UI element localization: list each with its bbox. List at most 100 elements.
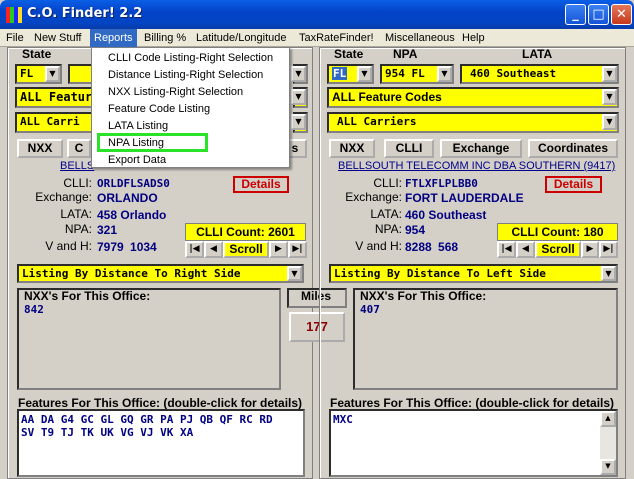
menu-item-clli-code-listing[interactable]: CLLI Code Listing-Right Selection xyxy=(92,50,289,67)
right-features-line1: MXC xyxy=(333,413,353,426)
left-listing-select[interactable]: Listing By Distance To Right Side ▼ xyxy=(17,264,304,283)
right-npa-select[interactable]: 954 FL ▼ xyxy=(380,64,454,84)
chevron-down-icon: ▼ xyxy=(291,114,306,130)
menu-billing[interactable]: Billing % xyxy=(140,29,190,47)
right-details-button[interactable]: Details xyxy=(545,176,602,193)
first-record-icon[interactable]: |◀ xyxy=(497,241,516,258)
left-features-list[interactable]: AA DA G4 GC GL GQ GR PA PJ QB QF RC RD SV… xyxy=(17,409,305,477)
scroll-up-icon[interactable]: ▲ xyxy=(600,411,616,427)
right-lata-value2: 460 Southeast xyxy=(405,208,487,222)
left-nxx-button[interactable]: NXX xyxy=(17,139,63,158)
right-lata-value: 460 Southeast xyxy=(470,67,557,80)
right-clli-button[interactable]: CLLI xyxy=(384,139,434,158)
right-npa-value2: 954 xyxy=(405,223,426,237)
chevron-down-icon: ▼ xyxy=(602,66,617,82)
right-scroll-button[interactable]: Scroll xyxy=(535,241,581,258)
right-nxx-value: 407 xyxy=(360,303,380,316)
right-features-heading: Features For This Office: (double-click … xyxy=(330,396,615,410)
next-record-icon[interactable]: ▶ xyxy=(269,241,288,258)
right-features-list[interactable]: MXC ▲ ▼ xyxy=(329,409,618,477)
menu-item-export-data[interactable]: Export Data xyxy=(92,152,289,169)
right-lata-label: LATA: xyxy=(370,207,402,221)
prev-record-icon[interactable]: ◀ xyxy=(204,241,223,258)
chevron-down-icon: ▼ xyxy=(45,66,60,82)
right-state-select[interactable]: FL ▼ xyxy=(327,64,374,84)
menu-new-stuff[interactable]: New Stuff xyxy=(30,29,86,47)
left-features-line2: SV T9 TJ TK UK VG VJ VK XA xyxy=(21,426,194,439)
chevron-down-icon: ▼ xyxy=(291,89,306,105)
prev-record-icon[interactable]: ◀ xyxy=(516,241,535,258)
right-state-value: FL xyxy=(332,67,348,80)
left-feature-select[interactable]: ALL Feature xyxy=(15,87,99,108)
chevron-down-icon: ▼ xyxy=(291,66,306,82)
npa-listing-highlight xyxy=(97,133,208,152)
menu-taxratefinder[interactable]: TaxRateFinder! xyxy=(295,29,378,47)
right-lata-select[interactable]: 460 Southeast ▼ xyxy=(460,64,619,84)
left-lata-value: 458 Orlando xyxy=(97,208,167,222)
menu-reports[interactable]: Reports xyxy=(90,29,137,47)
right-npa-label: NPA: xyxy=(374,222,402,236)
right-carrier-select[interactable]: ALL Carriers ▼ xyxy=(327,112,619,133)
left-nxx-heading: NXX's For This Office: xyxy=(24,289,151,303)
menu-miscellaneous[interactable]: Miscellaneous xyxy=(381,29,459,47)
menu-item-distance-listing[interactable]: Distance Listing-Right Selection xyxy=(92,67,289,84)
right-npa-label-top: NPA xyxy=(393,47,418,61)
left-features-line1: AA DA G4 GC GL GQ GR PA PJ QB QF RC RD xyxy=(21,413,273,426)
menu-item-feature-code-listing[interactable]: Feature Code Listing xyxy=(92,101,289,118)
minimize-button[interactable]: _ xyxy=(565,4,586,25)
left-carrier-dropdown[interactable]: ▼ xyxy=(291,112,308,133)
right-listing-select[interactable]: Listing By Distance To Left Side ▼ xyxy=(329,264,618,283)
left-state-label: State xyxy=(22,47,52,61)
left-clli-value: ORLDFLSADS0 xyxy=(97,177,170,190)
right-carrier-link[interactable]: BELLSOUTH TELECOMM INC DBA SOUTHERN (941… xyxy=(338,160,615,172)
right-nxx-heading: NXX's For This Office: xyxy=(360,289,487,303)
right-exchange-label: Exchange: xyxy=(345,190,402,204)
menu-bar: File New Stuff Reports Billing % Latitud… xyxy=(0,29,634,47)
left-scroll-button[interactable]: Scroll xyxy=(223,241,269,258)
next-record-icon[interactable]: ▶ xyxy=(581,241,599,258)
maximize-button[interactable]: □ xyxy=(588,4,609,25)
left-nxx-value: 842 xyxy=(24,303,44,316)
left-state-select[interactable]: FL ▼ xyxy=(15,64,62,84)
menu-help[interactable]: Help xyxy=(458,29,489,47)
scroll-down-icon[interactable]: ▼ xyxy=(600,459,616,475)
chevron-down-icon: ▼ xyxy=(601,266,616,281)
right-coordinates-button[interactable]: Coordinates xyxy=(528,139,618,158)
left-lata-label: LATA: xyxy=(60,207,92,221)
first-record-icon[interactable]: |◀ xyxy=(185,241,204,258)
menu-file[interactable]: File xyxy=(2,29,28,47)
left-nxx-box xyxy=(17,288,281,390)
last-record-icon[interactable]: ▶| xyxy=(599,241,618,258)
menu-latitude-longitude[interactable]: Latitude/Longitude xyxy=(192,29,291,47)
left-clli-button[interactable]: C xyxy=(67,139,91,158)
last-record-icon[interactable]: ▶| xyxy=(288,241,307,258)
features-scrollbar[interactable]: ▲ ▼ xyxy=(600,411,616,475)
right-carrier-value: ALL Carriers xyxy=(337,115,417,128)
right-feature-select[interactable]: ALL Feature Codes ▼ xyxy=(327,87,619,108)
right-exchange-value: FORT LAUDERDALE xyxy=(405,191,524,205)
right-npa-value: 954 FL xyxy=(385,67,425,80)
right-state-label: State xyxy=(334,47,364,61)
left-lata-select[interactable]: ▼ xyxy=(291,64,308,84)
chevron-down-icon: ▼ xyxy=(602,114,617,130)
right-clli-label: CLLI: xyxy=(373,176,402,190)
left-feature-value: ALL Feature xyxy=(20,90,100,104)
right-vh-value: 8288 568 xyxy=(405,240,459,254)
left-details-button[interactable]: Details xyxy=(233,176,289,193)
right-vh-label: V and H: xyxy=(355,239,402,253)
right-exchange-button[interactable]: Exchange xyxy=(440,139,522,158)
right-nxx-button[interactable]: NXX xyxy=(329,139,375,158)
right-feature-value: ALL Feature Codes xyxy=(332,90,442,104)
close-button[interactable]: ✕ xyxy=(611,4,632,25)
left-carrier-link[interactable]: BELLS xyxy=(60,160,94,172)
left-exchange-label: Exchange: xyxy=(35,190,92,204)
window-title: C.O. Finder! 2.2 xyxy=(27,6,143,21)
menu-item-nxx-listing[interactable]: NXX Listing-Right Selection xyxy=(92,84,289,101)
right-clli-count: CLLI Count: 180 xyxy=(497,223,618,241)
left-npa-label: NPA: xyxy=(64,222,92,236)
chevron-down-icon: ▼ xyxy=(437,66,452,82)
left-exchange-value: ORLANDO xyxy=(97,191,158,205)
left-feature-dropdown[interactable]: ▼ xyxy=(291,87,308,108)
left-clli-count: CLLI Count: 2601 xyxy=(185,223,306,241)
left-carrier-select[interactable]: ALL Carri xyxy=(15,112,95,133)
